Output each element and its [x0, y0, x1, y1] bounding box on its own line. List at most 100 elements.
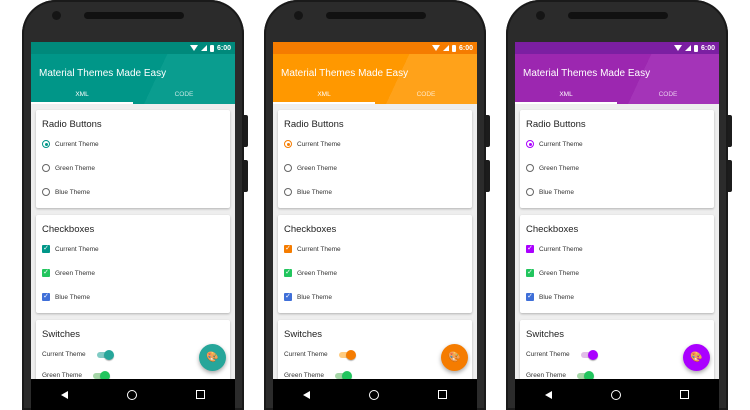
radio-title: Radio Buttons — [42, 119, 102, 130]
checkbox-green[interactable]: ✓ Green Theme — [284, 269, 337, 277]
radio-title: Radio Buttons — [284, 119, 344, 130]
radio-green[interactable]: Green Theme — [42, 164, 95, 172]
status-time: 6:00 — [700, 44, 715, 52]
speaker-grille — [568, 12, 668, 19]
checkbox-card: Checkboxes ✓ Current Theme ✓ Green Theme ✓… — [36, 215, 230, 313]
checkbox[interactable]: ✓ — [42, 269, 50, 277]
app-title: Material Themes Made Easy — [39, 68, 167, 79]
radio-current[interactable]: Current Theme — [42, 140, 99, 148]
radio-button[interactable] — [284, 164, 292, 172]
radio-blue[interactable]: Blue Theme — [42, 188, 90, 196]
checkbox[interactable]: ✓ — [284, 293, 292, 301]
radio-label: Blue Theme — [539, 188, 574, 196]
checkbox-current[interactable]: ✓ Current Theme — [284, 245, 341, 253]
palette-fab[interactable]: 🎨 — [441, 344, 468, 371]
back-icon[interactable] — [302, 390, 310, 399]
checkbox-green[interactable]: ✓ Green Theme — [42, 269, 95, 277]
switch-green[interactable] — [576, 370, 594, 381]
volume-button — [244, 160, 248, 192]
radio-button[interactable] — [284, 140, 292, 148]
tab-xml[interactable]: XML — [31, 88, 133, 104]
checkbox-label: Green Theme — [55, 269, 95, 277]
home-icon[interactable] — [368, 389, 379, 400]
tab-xml[interactable]: XML — [273, 88, 375, 104]
recents-icon[interactable] — [680, 390, 690, 399]
app-bar: Material Themes Made Easy XML CODE — [31, 54, 235, 104]
back-icon[interactable] — [60, 390, 68, 399]
radio-label: Current Theme — [297, 140, 341, 148]
checkbox-label: Current Theme — [297, 245, 341, 253]
radio-blue[interactable]: Blue Theme — [284, 188, 332, 196]
checkbox-current[interactable]: ✓ Current Theme — [526, 245, 583, 253]
switch-label: Green Theme — [42, 372, 82, 379]
tab-bar: XML CODE — [31, 88, 235, 104]
volume-button — [486, 160, 490, 192]
checkbox-blue[interactable]: ✓ Blue Theme — [284, 293, 332, 301]
radio-green[interactable]: Green Theme — [284, 164, 337, 172]
checkbox[interactable]: ✓ — [284, 245, 292, 253]
tab-code[interactable]: CODE — [617, 88, 719, 104]
tab-xml[interactable]: XML — [515, 88, 617, 104]
switch-green-row: Green Theme — [284, 370, 352, 381]
radio-button[interactable] — [42, 140, 50, 148]
radio-button[interactable] — [42, 164, 50, 172]
camera-icon — [294, 11, 303, 20]
radio-label: Blue Theme — [297, 188, 332, 196]
radio-label: Green Theme — [539, 164, 579, 172]
tab-code[interactable]: CODE — [375, 88, 477, 104]
checkbox[interactable]: ✓ — [42, 293, 50, 301]
speaker-grille — [326, 12, 426, 19]
switch-current[interactable] — [96, 349, 114, 360]
switch-current[interactable] — [580, 349, 598, 360]
checkbox[interactable]: ✓ — [526, 269, 534, 277]
wifi-icon — [189, 45, 198, 51]
tab-code[interactable]: CODE — [133, 88, 235, 104]
checkbox[interactable]: ✓ — [42, 245, 50, 253]
radio-label: Green Theme — [55, 164, 95, 172]
switch-current[interactable] — [338, 349, 356, 360]
palette-fab[interactable]: 🎨 — [199, 344, 226, 371]
nav-bar — [273, 379, 477, 410]
recents-icon[interactable] — [438, 390, 448, 399]
home-icon[interactable] — [610, 389, 621, 400]
radio-label: Current Theme — [55, 140, 99, 148]
phone-screen: 6:00 Material Themes Made Easy XML CODE … — [31, 42, 235, 410]
switch-green[interactable] — [92, 370, 110, 381]
radio-current[interactable]: Current Theme — [526, 140, 583, 148]
speaker-grille — [84, 12, 184, 19]
radio-button[interactable] — [284, 188, 292, 196]
switch-green[interactable] — [334, 370, 352, 381]
radio-green[interactable]: Green Theme — [526, 164, 579, 172]
checkbox-blue[interactable]: ✓ Blue Theme — [42, 293, 90, 301]
switch-label: Current Theme — [42, 351, 86, 358]
checkbox-label: Current Theme — [539, 245, 583, 253]
checkbox-current[interactable]: ✓ Current Theme — [42, 245, 99, 253]
radio-blue[interactable]: Blue Theme — [526, 188, 574, 196]
checkbox-blue[interactable]: ✓ Blue Theme — [526, 293, 574, 301]
checkbox[interactable]: ✓ — [526, 245, 534, 253]
battery-icon — [451, 44, 456, 52]
recents-icon[interactable] — [196, 390, 206, 399]
palette-fab[interactable]: 🎨 — [683, 344, 710, 371]
checkbox-title: Checkboxes — [284, 224, 337, 235]
back-icon[interactable] — [544, 390, 552, 399]
radio-button[interactable] — [526, 140, 534, 148]
battery-icon — [693, 44, 698, 52]
checkbox[interactable]: ✓ — [526, 293, 534, 301]
home-icon[interactable] — [126, 389, 137, 400]
phone-purple-theme: 6:00 Material Themes Made Easy XML CODE … — [506, 0, 732, 410]
checkbox-label: Blue Theme — [297, 293, 332, 301]
app-bar: Material Themes Made Easy XML CODE — [273, 54, 477, 104]
radio-current[interactable]: Current Theme — [284, 140, 341, 148]
radio-button[interactable] — [526, 188, 534, 196]
checkbox-green[interactable]: ✓ Green Theme — [526, 269, 579, 277]
radio-button[interactable] — [526, 164, 534, 172]
radio-title: Radio Buttons — [526, 119, 586, 130]
status-bar: 6:00 — [31, 42, 235, 54]
radio-label: Green Theme — [297, 164, 337, 172]
app-bar: Material Themes Made Easy XML CODE — [515, 54, 719, 104]
signal-icon — [684, 45, 691, 51]
radio-card: Radio Buttons Current Theme Green Theme … — [278, 110, 472, 208]
radio-button[interactable] — [42, 188, 50, 196]
checkbox[interactable]: ✓ — [284, 269, 292, 277]
